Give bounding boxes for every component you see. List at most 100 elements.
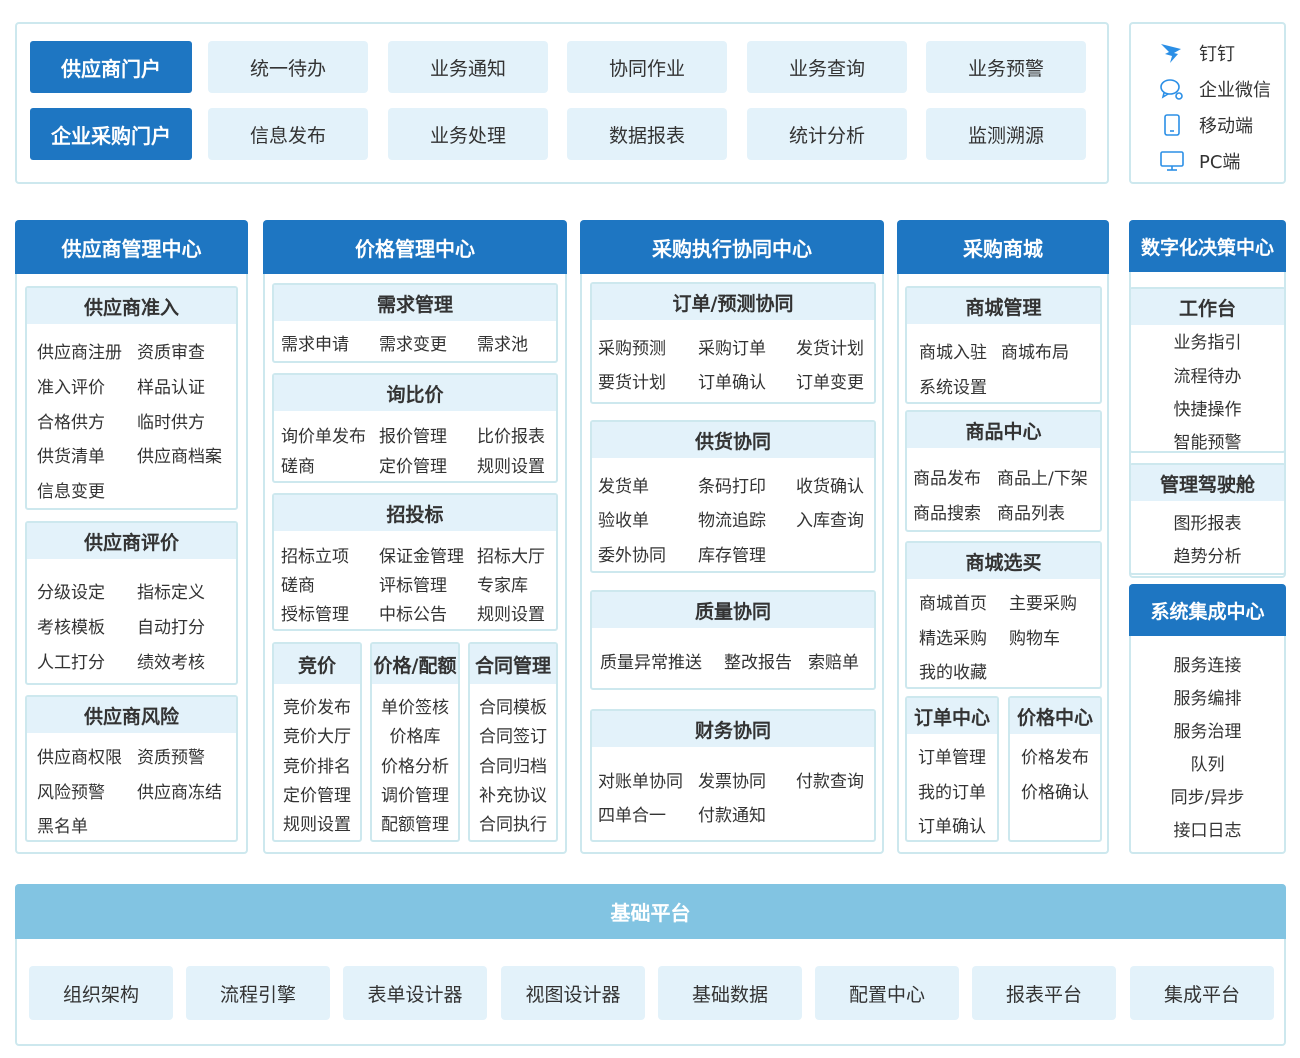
module-item[interactable]: 规则设置: [477, 600, 545, 625]
module-item[interactable]: 价格分析: [372, 752, 458, 777]
module-item[interactable]: 配额管理: [372, 810, 458, 835]
module-item[interactable]: 服务编排: [1129, 684, 1286, 709]
module-item[interactable]: 快捷操作: [1131, 395, 1284, 420]
module-item[interactable]: 招标立项: [281, 542, 349, 567]
module-item[interactable]: 人工打分: [37, 648, 105, 673]
module-item[interactable]: 商城入驻: [919, 338, 987, 363]
module-item[interactable]: 需求池: [477, 330, 528, 355]
portal-tile[interactable]: 业务通知: [388, 41, 548, 93]
module-item[interactable]: 供应商档案: [137, 442, 222, 467]
module-item[interactable]: 竞价排名: [274, 752, 360, 777]
module-item[interactable]: 业务指引: [1131, 328, 1284, 353]
module-item[interactable]: 样品认证: [137, 373, 205, 398]
module-item[interactable]: 指标定义: [137, 578, 205, 603]
module-item[interactable]: 订单确认: [698, 368, 766, 393]
portal-tile[interactable]: 业务查询: [747, 41, 907, 93]
module-item[interactable]: 订单变更: [796, 368, 864, 393]
module-item[interactable]: 价格发布: [1010, 743, 1100, 768]
module-item[interactable]: 要货计划: [598, 368, 666, 393]
module-item[interactable]: 分级设定: [37, 578, 105, 603]
portal-tile[interactable]: 数据报表: [567, 108, 727, 160]
module-item[interactable]: 验收单: [598, 506, 649, 531]
module-item[interactable]: 物流追踪: [698, 506, 766, 531]
module-item[interactable]: 自动打分: [137, 613, 205, 638]
module-item[interactable]: 定价管理: [379, 452, 447, 477]
module-item[interactable]: 单价签核: [372, 693, 458, 718]
module-item[interactable]: 同步/异步: [1129, 783, 1286, 808]
module-item[interactable]: 订单确认: [907, 812, 997, 837]
module-item[interactable]: 评标管理: [379, 571, 447, 596]
base-tile[interactable]: 视图设计器: [501, 966, 645, 1020]
module-item[interactable]: 需求申请: [281, 330, 349, 355]
module-item[interactable]: 条码打印: [698, 472, 766, 497]
module-item[interactable]: 供货清单: [37, 442, 105, 467]
module-item[interactable]: 需求变更: [379, 330, 447, 355]
module-item[interactable]: 规则设置: [274, 810, 360, 835]
base-tile[interactable]: 集成平台: [1130, 966, 1274, 1020]
module-item[interactable]: 专家库: [477, 571, 528, 596]
base-tile[interactable]: 基础数据: [658, 966, 802, 1020]
module-item[interactable]: 报价管理: [379, 422, 447, 447]
module-item[interactable]: 供应商注册: [37, 338, 122, 363]
module-item[interactable]: 定价管理: [274, 781, 360, 806]
module-item[interactable]: 资质审查: [137, 338, 205, 363]
module-item[interactable]: 保证金管理: [379, 542, 464, 567]
module-item[interactable]: 绩效考核: [137, 648, 205, 673]
module-item[interactable]: 主要采购: [1009, 589, 1077, 614]
module-item[interactable]: 黑名单: [37, 812, 88, 837]
module-item[interactable]: 采购订单: [698, 334, 766, 359]
module-item[interactable]: 合格供方: [37, 408, 105, 433]
portal-tile[interactable]: 监测溯源: [926, 108, 1086, 160]
base-tile[interactable]: 流程引擎: [186, 966, 330, 1020]
module-item[interactable]: 接口日志: [1129, 816, 1286, 841]
module-item[interactable]: 信息变更: [37, 477, 105, 502]
module-item[interactable]: 采购预测: [598, 334, 666, 359]
module-item[interactable]: 精选采购: [919, 624, 987, 649]
supplier-portal-button[interactable]: 供应商门户: [30, 41, 192, 93]
module-item[interactable]: 询价单发布: [281, 422, 366, 447]
module-item[interactable]: 队列: [1129, 750, 1286, 775]
module-item[interactable]: 质量异常推送: [600, 648, 702, 673]
module-item[interactable]: 考核模板: [37, 613, 105, 638]
module-item[interactable]: 商城首页: [919, 589, 987, 614]
module-item[interactable]: 供应商权限: [37, 743, 122, 768]
module-item[interactable]: 供应商冻结: [137, 778, 222, 803]
channel-pc[interactable]: PC端: [1159, 148, 1240, 174]
portal-tile[interactable]: 协同作业: [567, 41, 727, 93]
base-tile[interactable]: 表单设计器: [343, 966, 487, 1020]
module-item[interactable]: 商城布局: [1001, 338, 1069, 363]
module-item[interactable]: 比价报表: [477, 422, 545, 447]
module-item[interactable]: 对账单协同: [598, 767, 683, 792]
portal-tile[interactable]: 业务预警: [926, 41, 1086, 93]
module-item[interactable]: 服务治理: [1129, 717, 1286, 742]
module-item[interactable]: 趋势分析: [1131, 542, 1284, 567]
module-item[interactable]: 我的订单: [907, 778, 997, 803]
channel-dingtalk[interactable]: 钉钉: [1159, 40, 1235, 66]
module-item[interactable]: 竞价发布: [274, 693, 360, 718]
module-item[interactable]: 价格库: [372, 722, 458, 747]
module-item[interactable]: 中标公告: [379, 600, 447, 625]
module-item[interactable]: 资质预警: [137, 743, 205, 768]
portal-tile[interactable]: 统计分析: [747, 108, 907, 160]
module-item[interactable]: 补充协议: [470, 781, 556, 806]
module-item[interactable]: 购物车: [1009, 624, 1060, 649]
module-item[interactable]: 委外协同: [598, 541, 666, 566]
module-item[interactable]: 服务连接: [1129, 651, 1286, 676]
module-item[interactable]: 招标大厅: [477, 542, 545, 567]
module-item[interactable]: 竞价大厅: [274, 722, 360, 747]
module-item[interactable]: 库存管理: [698, 541, 766, 566]
module-item[interactable]: 发票协同: [698, 767, 766, 792]
portal-tile[interactable]: 信息发布: [208, 108, 368, 160]
module-item[interactable]: 付款通知: [698, 801, 766, 826]
module-item[interactable]: 发货计划: [796, 334, 864, 359]
portal-tile[interactable]: 业务处理: [388, 108, 548, 160]
module-item[interactable]: 合同签订: [470, 722, 556, 747]
module-item[interactable]: 流程待办: [1131, 362, 1284, 387]
module-item[interactable]: 收货确认: [796, 472, 864, 497]
module-item[interactable]: 商品发布: [913, 464, 981, 489]
channel-wechat-work[interactable]: 企业微信: [1159, 76, 1271, 102]
module-item[interactable]: 智能预警: [1131, 428, 1284, 453]
enterprise-portal-button[interactable]: 企业采购门户: [30, 108, 192, 160]
module-item[interactable]: 合同归档: [470, 752, 556, 777]
module-item[interactable]: 整改报告: [724, 648, 792, 673]
